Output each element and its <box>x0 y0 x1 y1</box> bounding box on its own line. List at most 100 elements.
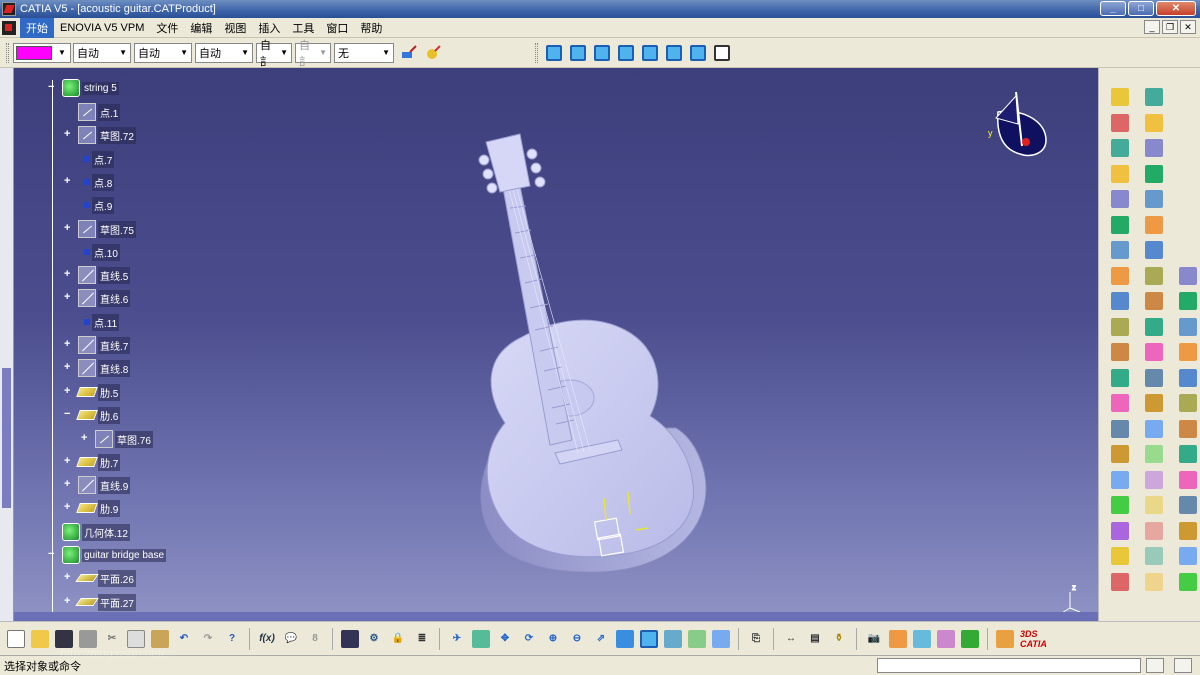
painter-icon[interactable] <box>398 42 420 64</box>
menu-enovia[interactable]: ENOVIA V5 VPM <box>54 20 150 36</box>
workbench-tool-icon[interactable] <box>1145 521 1163 540</box>
view-bottom-icon[interactable] <box>687 42 709 64</box>
expand-icon[interactable]: + <box>64 479 73 490</box>
constraint-analysis-icon[interactable] <box>937 629 955 648</box>
tree-scrollbar[interactable] <box>0 68 14 621</box>
tree-node[interactable]: + 直线.9 <box>64 475 131 495</box>
comment-icon[interactable]: 💬 <box>282 630 300 648</box>
tree-node[interactable]: + 肋.5 <box>64 382 121 402</box>
document-icon[interactable] <box>2 20 16 35</box>
workbench-tool-icon[interactable] <box>1145 419 1163 438</box>
lock-icon[interactable]: 🔒 <box>389 630 407 648</box>
workbench-tool-icon[interactable] <box>1111 343 1129 361</box>
linetype-select[interactable]: 自动 ▼ <box>134 42 192 63</box>
tree-node[interactable]: + 草图.72 <box>64 125 136 145</box>
normal-view-icon[interactable]: ⇗ <box>592 630 610 648</box>
view-front-icon[interactable] <box>567 42 589 64</box>
shading-icon[interactable] <box>664 629 682 648</box>
table-icon[interactable] <box>341 629 359 648</box>
save-icon[interactable] <box>55 629 73 648</box>
apply-material-icon[interactable] <box>889 629 907 648</box>
multi-view-icon[interactable] <box>616 629 634 648</box>
format-painter-icon[interactable] <box>422 42 444 64</box>
catalog-icon[interactable]: ⎘ <box>747 630 765 648</box>
workbench-tool-icon[interactable] <box>1111 368 1129 387</box>
workbench-tool-icon[interactable] <box>1145 241 1163 259</box>
tree-node[interactable]: − string 5 <box>48 78 119 98</box>
workbench-tool-icon[interactable] <box>1179 368 1197 387</box>
redo-icon[interactable]: ↷ <box>199 630 217 648</box>
tree-node[interactable]: 点.10 <box>78 242 120 262</box>
workbench-tool-icon[interactable] <box>1111 572 1129 591</box>
workbench-tool-icon[interactable] <box>1145 215 1163 234</box>
view-top-icon[interactable] <box>663 42 685 64</box>
workbench-tool-icon[interactable] <box>1145 368 1163 387</box>
fit-all-icon[interactable] <box>472 629 490 648</box>
menu-window[interactable]: 窗口 <box>320 18 354 38</box>
workbench-tool-icon[interactable] <box>1179 521 1197 540</box>
workbench-tool-icon[interactable] <box>1111 496 1129 514</box>
workbench-tool-icon[interactable] <box>1111 190 1129 208</box>
param-icon[interactable]: ≣ <box>413 630 431 648</box>
workbench-tool-icon[interactable] <box>1179 419 1197 438</box>
tree-node[interactable]: + 草图.76 <box>81 429 153 449</box>
iso-view-icon[interactable] <box>640 629 658 648</box>
menu-help[interactable]: 帮助 <box>354 18 388 38</box>
collapse-icon[interactable]: − <box>48 549 57 560</box>
workbench-tool-icon[interactable] <box>1145 164 1163 183</box>
undo-icon[interactable]: ↶ <box>175 630 193 648</box>
expand-icon[interactable]: + <box>64 386 73 397</box>
workbench-tool-icon[interactable] <box>1145 394 1163 412</box>
expand-icon[interactable]: + <box>64 292 73 303</box>
workbench-tool-icon[interactable] <box>1179 292 1197 310</box>
zoom-out-icon[interactable]: ⊖ <box>568 630 586 648</box>
workbench-tool-icon[interactable] <box>1145 496 1163 514</box>
status-view-button[interactable] <box>1146 658 1164 673</box>
workbench-tool-icon[interactable] <box>1179 343 1197 361</box>
workbench-tool-icon[interactable] <box>1111 139 1129 157</box>
material-icon[interactable] <box>996 629 1014 648</box>
menu-start[interactable]: 开始 <box>20 17 54 38</box>
cut-icon[interactable]: ✂ <box>103 630 121 648</box>
whats-this-icon[interactable]: ? <box>223 630 241 648</box>
zoom-in-icon[interactable]: ⊕ <box>544 630 562 648</box>
expand-icon[interactable]: + <box>64 339 73 350</box>
paste-icon[interactable] <box>151 629 169 648</box>
workbench-tool-icon[interactable] <box>1145 190 1163 208</box>
maximize-button[interactable]: □ <box>1128 1 1154 16</box>
expand-icon[interactable]: + <box>81 433 90 444</box>
doc-close-button[interactable]: ✕ <box>1180 20 1196 34</box>
open-icon[interactable] <box>31 629 49 648</box>
tree-node[interactable]: + 平面.27 <box>64 592 136 612</box>
workbench-tool-icon[interactable] <box>1111 292 1129 310</box>
workbench-tool-icon[interactable] <box>1145 317 1163 336</box>
workbench-tool-icon[interactable] <box>1111 445 1129 463</box>
tree-node[interactable]: + 草图.75 <box>64 219 136 239</box>
workbench-tool-icon[interactable] <box>1111 241 1129 259</box>
expand-icon[interactable]: + <box>64 456 73 467</box>
copy-icon[interactable] <box>127 629 145 648</box>
workbench-tool-icon[interactable] <box>1111 88 1129 106</box>
workbench-tool-icon[interactable] <box>1145 547 1163 565</box>
guitar-model[interactable]: y z <box>0 68 1098 621</box>
tree-node[interactable]: + 直线.8 <box>64 358 131 378</box>
workbench-tool-icon[interactable] <box>1111 164 1129 183</box>
workbench-tool-icon[interactable] <box>1179 266 1197 285</box>
workbench-tool-icon[interactable] <box>1179 445 1197 463</box>
hierarchy-icon[interactable]: ⚙ <box>365 630 383 648</box>
view-iso-icon[interactable] <box>543 42 565 64</box>
linewidth-select[interactable]: 自动 ▼ <box>195 42 253 63</box>
expand-icon[interactable]: + <box>64 362 73 373</box>
collapse-icon[interactable]: − <box>64 409 73 420</box>
menu-edit[interactable]: 编辑 <box>184 18 218 38</box>
layer-select[interactable]: 无 ▼ <box>334 42 394 63</box>
tree-node[interactable]: 点.11 <box>78 312 120 332</box>
toolbar-grip[interactable] <box>535 42 538 63</box>
expand-icon[interactable]: + <box>64 572 73 583</box>
tree-node[interactable]: 几何体.12 <box>62 522 130 542</box>
doc-restore-button[interactable]: ❐ <box>1162 20 1178 34</box>
tree-node[interactable]: + 直线.5 <box>64 265 131 285</box>
expand-icon[interactable]: + <box>64 596 73 607</box>
minimize-button[interactable]: _ <box>1100 1 1126 16</box>
hide-show-icon[interactable] <box>688 629 706 648</box>
